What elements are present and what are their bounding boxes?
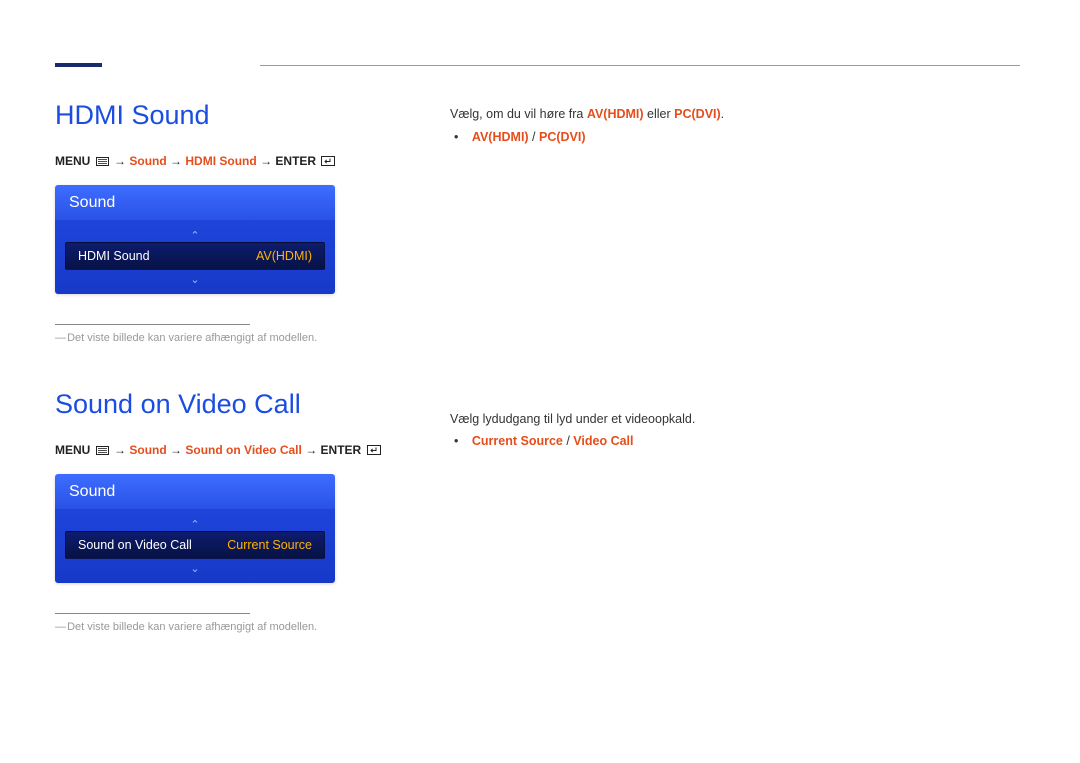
breadcrumb-sound: Sound bbox=[129, 154, 166, 168]
enter-icon bbox=[321, 155, 335, 169]
chevron-up-icon: ⌃ bbox=[190, 230, 199, 242]
breadcrumb-hdmi: HDMI Sound bbox=[185, 154, 256, 168]
osd-body: ⌃ Sound on Video Call Current Source ⌄ bbox=[55, 509, 335, 583]
osd-header: Sound bbox=[55, 185, 335, 220]
breadcrumb-enter: ENTER bbox=[321, 443, 362, 457]
breadcrumb-arrow: → bbox=[114, 443, 129, 457]
option-pcdvi: PC(DVI) bbox=[539, 130, 586, 144]
section-title-video-call: Sound on Video Call bbox=[55, 389, 410, 420]
note-videocall: Det viste billede kan variere afhængigt … bbox=[55, 621, 410, 633]
breadcrumb-arrow: → bbox=[170, 154, 185, 168]
option-list-hdmi: AV(HDMI) / PC(DVI) bbox=[450, 128, 1020, 147]
option-list-videocall: Current Source / Video Call bbox=[450, 432, 1020, 451]
breadcrumb-svc: Sound on Video Call bbox=[185, 443, 301, 457]
desc-text: eller bbox=[644, 107, 675, 121]
osd-item-value: Current Source bbox=[227, 538, 312, 552]
option-avhdmi: AV(HDMI) bbox=[472, 130, 529, 144]
osd-item-video-call: Sound on Video Call Current Source bbox=[65, 531, 325, 559]
chevron-up-icon: ⌃ bbox=[190, 519, 199, 531]
option-separator: / bbox=[529, 130, 539, 144]
desc-video-call: Vælg lydudgang til lyd under et videoopk… bbox=[450, 410, 1020, 429]
desc-text: . bbox=[721, 107, 724, 121]
osd-body: ⌃ HDMI Sound AV(HDMI) ⌄ bbox=[55, 220, 335, 294]
section-title-hdmi-sound: HDMI Sound bbox=[55, 100, 410, 131]
breadcrumb-arrow: → bbox=[260, 154, 275, 168]
spacer bbox=[450, 147, 1020, 410]
desc-hdmi-sound: Vælg, om du vil høre fra AV(HDMI) eller … bbox=[450, 105, 1020, 124]
option-video-call: Video Call bbox=[573, 434, 633, 448]
menu-icon bbox=[96, 444, 109, 458]
osd-header: Sound bbox=[55, 474, 335, 509]
osd-panel-video-call: Sound ⌃ Sound on Video Call Current Sour… bbox=[55, 474, 335, 583]
breadcrumb-arrow: → bbox=[114, 154, 129, 168]
desc-text: Vælg, om du vil høre fra bbox=[450, 107, 587, 121]
desc-av-hdmi: AV(HDMI) bbox=[587, 107, 644, 121]
option-separator: / bbox=[563, 434, 573, 448]
chevron-down-icon: ⌄ bbox=[190, 563, 199, 575]
breadcrumb-arrow: → bbox=[305, 443, 320, 457]
desc-pc-dvi: PC(DVI) bbox=[674, 107, 721, 121]
breadcrumb-menu: MENU bbox=[55, 154, 90, 168]
page-top-rule bbox=[260, 65, 1020, 66]
enter-icon bbox=[367, 444, 381, 458]
breadcrumb-hdmi-sound: MENU → Sound → HDMI Sound → ENTER bbox=[55, 154, 410, 169]
osd-item-hdmi-sound: HDMI Sound AV(HDMI) bbox=[65, 242, 325, 270]
osd-item-label: Sound on Video Call bbox=[78, 538, 192, 552]
osd-item-label: HDMI Sound bbox=[78, 249, 150, 263]
menu-icon bbox=[96, 155, 109, 169]
chevron-down-icon: ⌄ bbox=[190, 274, 199, 286]
divider bbox=[55, 613, 250, 614]
divider bbox=[55, 324, 250, 325]
osd-item-value: AV(HDMI) bbox=[256, 249, 312, 263]
osd-panel-hdmi-sound: Sound ⌃ HDMI Sound AV(HDMI) ⌄ bbox=[55, 185, 335, 294]
breadcrumb-arrow: → bbox=[170, 443, 185, 457]
breadcrumb-sound: Sound bbox=[129, 443, 166, 457]
option-current-source: Current Source bbox=[472, 434, 563, 448]
breadcrumb-enter: ENTER bbox=[275, 154, 316, 168]
page-section-marker bbox=[55, 63, 102, 67]
note-hdmi: Det viste billede kan variere afhængigt … bbox=[55, 332, 410, 344]
breadcrumb-video-call: MENU → Sound → Sound on Video Call → ENT… bbox=[55, 443, 410, 458]
breadcrumb-menu: MENU bbox=[55, 443, 90, 457]
